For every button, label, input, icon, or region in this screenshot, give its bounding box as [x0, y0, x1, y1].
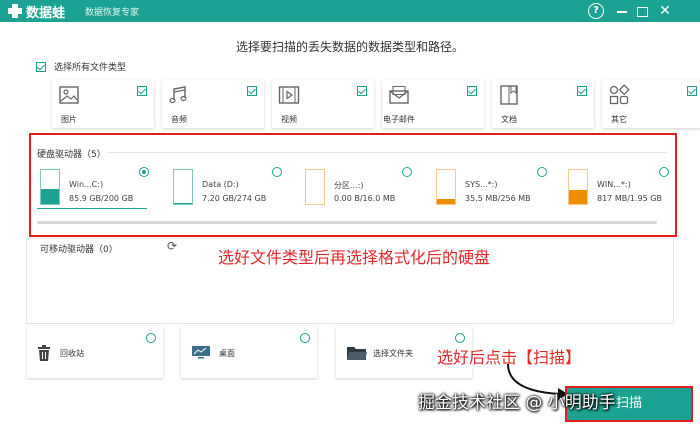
folder-icon: [347, 347, 367, 360]
file-type-document[interactable]: 文档: [492, 80, 594, 128]
file-type-checkbox[interactable]: [577, 86, 587, 96]
document-icon: [500, 85, 518, 105]
location-radio-button[interactable]: [300, 333, 310, 343]
file-type-checkbox[interactable]: [357, 86, 367, 96]
app-logo-icon: [6, 3, 24, 19]
select-all-checkbox[interactable]: 选择所有文件类型: [36, 60, 126, 73]
music-icon: [169, 86, 187, 104]
file-type-other[interactable]: 其它: [602, 80, 700, 128]
location-radio-button[interactable]: [455, 333, 465, 343]
maximize-button[interactable]: [634, 3, 650, 19]
refresh-icon[interactable]: ⟳: [165, 239, 179, 253]
close-button[interactable]: ✕: [657, 3, 673, 19]
file-type-label: 文档: [501, 115, 517, 124]
email-icon: [389, 86, 409, 104]
image-icon: [59, 86, 79, 104]
location-radio-button[interactable]: [146, 333, 156, 343]
file-type-email[interactable]: 电子邮件: [382, 80, 484, 128]
location-label: 桌面: [219, 349, 235, 358]
file-type-label: 图片: [61, 115, 77, 124]
title-bar: 数据蛙 数据恢复专家 ? ✕: [0, 0, 700, 22]
file-type-checkbox[interactable]: [687, 86, 697, 96]
select-all-label: 选择所有文件类型: [54, 63, 127, 73]
watermark-text: 掘金技术社区 @ 小明助手: [418, 393, 616, 413]
help-icon[interactable]: ?: [588, 3, 604, 19]
annotation-select-drive: 选好文件类型后再选择格式化后的硬盘: [218, 248, 491, 267]
location-label: 选择文件夹: [373, 349, 413, 358]
file-type-label: 电子邮件: [383, 115, 415, 124]
file-type-checkbox[interactable]: [467, 86, 477, 96]
location-recycle-bin[interactable]: 回收站: [27, 326, 163, 378]
desktop-icon: [192, 346, 210, 359]
app-name: 数据蛙: [26, 6, 66, 21]
file-type-checkbox[interactable]: [137, 86, 147, 96]
page-heading: 选择要扫描的丢失数据的数据类型和路径。: [235, 40, 464, 54]
highlight-box-drives: [29, 133, 677, 237]
location-label: 回收站: [60, 349, 84, 358]
file-type-image[interactable]: 图片: [52, 80, 154, 128]
removable-section-title: 可移动驱动器（0）: [40, 245, 118, 255]
location-desktop[interactable]: 桌面: [181, 326, 317, 378]
video-icon: [278, 86, 300, 104]
file-type-video[interactable]: 视频: [272, 80, 374, 128]
trash-icon: [38, 345, 50, 361]
other-icon: [609, 84, 630, 105]
minimize-button[interactable]: [614, 3, 630, 19]
checkbox-checked-icon[interactable]: [36, 61, 46, 72]
file-type-checkbox[interactable]: [247, 86, 257, 96]
file-type-label: 视频: [281, 115, 297, 124]
file-type-audio[interactable]: 音频: [162, 80, 264, 128]
file-type-label: 音频: [171, 115, 187, 124]
app-subtitle: 数据恢复专家: [85, 8, 140, 18]
file-type-label: 其它: [611, 115, 627, 124]
